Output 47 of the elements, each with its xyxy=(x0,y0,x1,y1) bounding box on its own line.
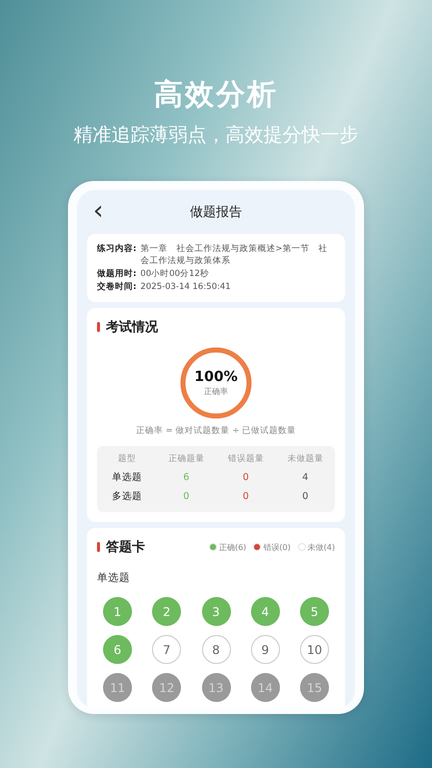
question-number-button[interactable]: 1 xyxy=(103,597,132,626)
column-header: 题型 xyxy=(116,453,137,466)
info-label: 做题用时: xyxy=(97,268,136,280)
table-cell-text: 6 xyxy=(182,471,190,485)
question-type-label: 单选题 xyxy=(97,571,131,585)
table-cell-text: 0 xyxy=(242,471,250,485)
table-cell-text: 多选题 xyxy=(110,490,143,504)
legend-label: 错误(0) xyxy=(263,542,291,552)
question-number-button[interactable]: 11 xyxy=(103,673,132,702)
question-number-button[interactable]: 8 xyxy=(202,635,230,664)
page-title: 做题报告 xyxy=(190,204,242,221)
question-number-button[interactable]: 5 xyxy=(300,597,329,626)
info-value: 第一章 社会工作法规与政策概述>第一节 社会工作法规与政策体系 xyxy=(140,243,329,267)
section-title: 考试情况 xyxy=(106,319,158,336)
question-number-button[interactable]: 14 xyxy=(250,673,280,702)
question-number-button[interactable]: 4 xyxy=(250,597,280,626)
column-header: 错误题量 xyxy=(226,453,265,466)
column-header: 正确题量 xyxy=(167,453,206,466)
question-number-button[interactable]: 13 xyxy=(202,673,230,702)
table-cell-text: 0 xyxy=(182,490,190,504)
formula-text: 正确率 = 做对试题数量 ÷ 已做试题数量 xyxy=(134,425,298,437)
table-cell-text: 0 xyxy=(301,490,310,504)
back-button[interactable]: ‹ xyxy=(93,198,104,224)
section-title: 答题卡 xyxy=(106,539,145,556)
question-number-button[interactable]: 12 xyxy=(152,673,182,702)
table-cell-text: 4 xyxy=(301,471,310,485)
section-marker xyxy=(97,542,100,552)
accuracy-label: 正确率 xyxy=(204,386,228,397)
question-number-button[interactable]: 6 xyxy=(103,635,132,664)
section-marker xyxy=(97,322,100,332)
headline: 高效分析 xyxy=(154,76,278,113)
info-value: 00小时00分12秒 xyxy=(140,268,209,280)
question-number-button[interactable]: 9 xyxy=(250,635,280,664)
table-cell-text: 单选题 xyxy=(110,471,143,485)
table-cell-text: 0 xyxy=(242,490,250,504)
question-number-button[interactable]: 3 xyxy=(202,597,230,626)
column-header: 未做题量 xyxy=(286,453,324,466)
accuracy-value: 100% xyxy=(194,369,238,386)
question-number-button[interactable]: 2 xyxy=(152,597,182,626)
info-label: 练习内容: xyxy=(97,243,136,256)
legend-label: 正确(6) xyxy=(218,542,246,552)
legend-label: 未做(4) xyxy=(308,542,335,552)
info-value: 2025-03-14 16:50:41 xyxy=(140,281,231,293)
question-number-button[interactable]: 15 xyxy=(300,673,329,702)
info-label: 交卷时间: xyxy=(97,281,136,293)
question-number-button[interactable]: 7 xyxy=(152,635,182,664)
question-number-button[interactable]: 10 xyxy=(300,635,329,664)
